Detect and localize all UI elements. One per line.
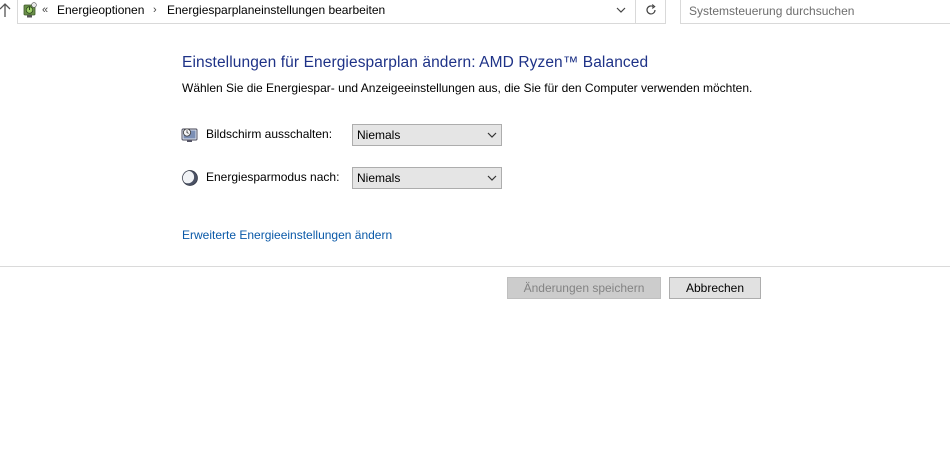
advanced-power-settings-link[interactable]: Erweiterte Energieeinstellungen ändern [182, 228, 392, 242]
up-arrow-icon[interactable] [0, 2, 11, 20]
cancel-button[interactable]: Abbrechen [669, 277, 761, 299]
address-bar[interactable]: « Energieoptionen › Energiesparplaneinst… [17, 0, 636, 24]
page-title: Einstellungen für Energiesparplan ändern… [182, 54, 649, 71]
monitor-clock-icon [181, 126, 199, 144]
page-subtitle: Wählen Sie die Energiespar- und Anzeigee… [182, 81, 753, 95]
display-off-select-value: Niemals [357, 128, 401, 142]
setting-row-display-off: Bildschirm ausschalten: Niemals [181, 124, 511, 148]
sleep-label: Energiesparmodus nach: [206, 170, 340, 184]
display-off-label: Bildschirm ausschalten: [206, 127, 333, 141]
sleep-select-value: Niemals [357, 171, 401, 185]
breadcrumb-separator-icon[interactable]: › [153, 2, 157, 18]
power-options-icon [21, 1, 39, 19]
save-changes-button[interactable]: Änderungen speichern [507, 277, 661, 299]
refresh-button[interactable] [636, 0, 666, 24]
setting-row-sleep: Energiesparmodus nach: Niemals [181, 167, 511, 191]
refresh-icon [646, 4, 656, 15]
address-history-dropdown-icon[interactable] [615, 3, 627, 17]
breadcrumb-energieoptionen[interactable]: Energieoptionen [57, 2, 144, 18]
moon-icon [181, 169, 199, 187]
display-off-select[interactable]: Niemals [352, 124, 502, 146]
chevron-down-icon [487, 175, 497, 181]
breadcrumb-current[interactable]: Energiesparplaneinstellungen bearbeiten [167, 2, 385, 18]
footer-divider [0, 266, 950, 267]
search-box[interactable] [680, 0, 950, 24]
chevron-down-icon [487, 132, 497, 138]
breadcrumb-overflow-icon[interactable]: « [42, 2, 48, 18]
control-panel-window: « Energieoptionen › Energiesparplaneinst… [0, 0, 950, 465]
search-input[interactable] [689, 3, 939, 19]
sleep-select[interactable]: Niemals [352, 167, 502, 189]
